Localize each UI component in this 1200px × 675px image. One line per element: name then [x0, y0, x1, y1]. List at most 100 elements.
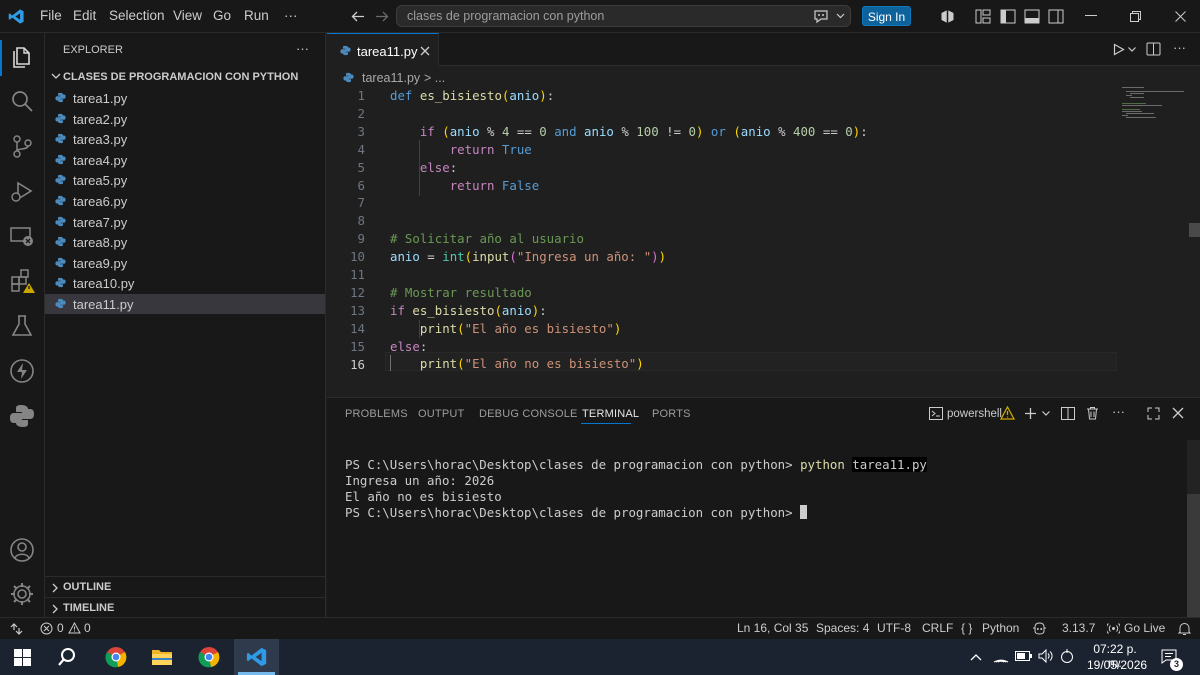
tab-debug-console[interactable]: DEBUG CONSOLE [479, 408, 578, 420]
explorer-file-tarea10[interactable]: tarea10.py [45, 273, 325, 293]
toggle-secondary-sidebar-icon[interactable] [1048, 9, 1064, 24]
extensions-icon[interactable] [9, 268, 35, 294]
menu-more[interactable]: ··· [284, 8, 298, 23]
explorer-file-tarea9[interactable]: tarea9.py [45, 253, 325, 273]
end-of-line[interactable]: CRLF [922, 621, 953, 635]
battery-icon[interactable] [1015, 651, 1032, 661]
testing-flask-icon[interactable] [9, 313, 35, 339]
accounts-shield-icon[interactable] [940, 9, 955, 24]
chevron-down-icon[interactable] [1042, 411, 1050, 416]
trash-icon[interactable] [1086, 406, 1099, 420]
maximize-panel-icon[interactable] [1147, 407, 1160, 420]
python-icon[interactable] [9, 403, 35, 429]
tab-output[interactable]: OUTPUT [418, 408, 464, 420]
search-icon[interactable] [9, 88, 35, 114]
explorer-file-tarea3[interactable]: tarea3.py [45, 129, 325, 149]
accounts-icon[interactable] [9, 537, 35, 563]
sign-in-button[interactable]: Sign In [862, 6, 911, 26]
toggle-primary-sidebar-icon[interactable] [1000, 9, 1016, 24]
source-control-icon[interactable] [9, 133, 35, 159]
encoding[interactable]: UTF-8 [877, 621, 911, 635]
code-editor[interactable]: tarea11.py > ... 1 2 3 4 5 6 7 8 9 10 11 12 13 14 15 16… [327, 66, 1200, 397]
explorer-file-tarea1[interactable]: tarea1.py [45, 88, 325, 108]
close-panel-icon[interactable] [1172, 407, 1184, 419]
terminal-scrollbar[interactable] [1187, 440, 1200, 618]
error-count[interactable]: 0 [57, 621, 64, 635]
restore-icon[interactable] [1130, 11, 1141, 22]
tab-tarea11[interactable]: tarea11.py [327, 33, 439, 66]
warning-icon[interactable] [1000, 406, 1015, 420]
copilot-chat-icon[interactable] [813, 9, 829, 24]
notifications-bell-icon[interactable] [1178, 622, 1191, 636]
search-icon[interactable] [57, 647, 77, 667]
shell-name[interactable]: powershell [947, 408, 1002, 420]
lightning-icon[interactable] [9, 358, 35, 384]
explorer-file-tarea5[interactable]: tarea5.py [45, 170, 325, 190]
chrome-icon[interactable] [105, 646, 127, 668]
chrome-icon[interactable] [198, 646, 220, 668]
explorer-files-icon[interactable] [9, 43, 35, 69]
wifi-icon[interactable] [993, 649, 1009, 663]
vscode-taskbar-button[interactable] [234, 639, 279, 675]
minimap[interactable] [1120, 86, 1190, 126]
editor-more-button[interactable]: ··· [1173, 40, 1186, 55]
split-terminal-icon[interactable] [1061, 407, 1075, 420]
forward-arrow-icon[interactable] [375, 10, 389, 23]
chevron-up-icon[interactable] [970, 653, 982, 661]
broadcast-icon[interactable] [1107, 622, 1120, 635]
chevron-down-icon[interactable] [1128, 47, 1136, 52]
timeline-section[interactable]: TIMELINE [45, 597, 325, 617]
panel-more-button[interactable]: ··· [1112, 404, 1125, 419]
customize-layout-icon[interactable] [975, 9, 991, 24]
tab-terminal[interactable]: TERMINAL [582, 408, 639, 420]
file-explorer-icon[interactable] [151, 647, 173, 667]
split-editor-icon[interactable] [1146, 42, 1161, 56]
tab-problems[interactable]: PROBLEMS [345, 408, 408, 420]
sync-status-icon[interactable] [1060, 648, 1074, 664]
back-arrow-icon[interactable] [351, 10, 365, 23]
errors-icon[interactable] [40, 622, 53, 635]
cursor-position[interactable]: Ln 16, Col 35 [737, 621, 808, 635]
menu-selection[interactable]: Selection [109, 8, 165, 23]
python-version[interactable]: 3.13.7 [1062, 621, 1095, 635]
close-window-icon[interactable] [1175, 11, 1186, 22]
chevron-down-icon[interactable] [836, 13, 845, 19]
clock-date[interactable]: 19/05/2026 [1087, 658, 1147, 672]
language-mode[interactable]: Python [982, 621, 1019, 635]
command-center-search[interactable]: clases de programacion con python [396, 5, 851, 27]
remote-explorer-icon[interactable] [9, 223, 35, 249]
close-tab-icon[interactable] [420, 46, 430, 56]
windows-start-icon[interactable] [14, 649, 31, 666]
explorer-file-tarea4[interactable]: tarea4.py [45, 150, 325, 170]
settings-gear-icon[interactable] [9, 581, 35, 607]
tab-ports[interactable]: PORTS [652, 408, 691, 420]
folder-header[interactable]: CLASES DE PROGRAMACION CON PYTHON [45, 67, 325, 87]
run-python-file-icon[interactable] [1113, 43, 1125, 56]
run-debug-icon[interactable] [9, 178, 35, 204]
explorer-file-tarea8[interactable]: tarea8.py [45, 232, 325, 252]
breadcrumb-more[interactable]: > ... [424, 71, 445, 85]
new-terminal-plus-icon[interactable] [1024, 407, 1037, 420]
warnings-icon[interactable] [68, 622, 81, 634]
remote-indicator-icon[interactable] [10, 623, 23, 635]
warning-count[interactable]: 0 [84, 621, 91, 635]
copilot-icon[interactable] [1032, 622, 1047, 635]
breadcrumb-file[interactable]: tarea11.py [362, 71, 420, 85]
menu-view[interactable]: View [173, 8, 202, 23]
minimize-icon[interactable] [1085, 15, 1097, 17]
menu-edit[interactable]: Edit [73, 8, 96, 23]
editor-scrollbar[interactable] [1189, 223, 1200, 237]
indentation[interactable]: Spaces: 4 [816, 621, 869, 635]
explorer-file-tarea6[interactable]: tarea6.py [45, 191, 325, 211]
explorer-file-tarea11[interactable]: tarea11.py [45, 294, 325, 314]
go-live-button[interactable]: Go Live [1124, 621, 1165, 635]
toggle-panel-icon[interactable] [1024, 9, 1040, 24]
volume-icon[interactable] [1038, 649, 1054, 663]
explorer-file-tarea2[interactable]: tarea2.py [45, 109, 325, 129]
explorer-file-tarea7[interactable]: tarea7.py [45, 212, 325, 232]
menu-go[interactable]: Go [213, 8, 231, 23]
language-brackets[interactable]: { } [961, 621, 972, 635]
menu-run[interactable]: Run [244, 8, 269, 23]
explorer-more-button[interactable]: ··· [296, 41, 309, 56]
outline-section[interactable]: OUTLINE [45, 576, 325, 596]
